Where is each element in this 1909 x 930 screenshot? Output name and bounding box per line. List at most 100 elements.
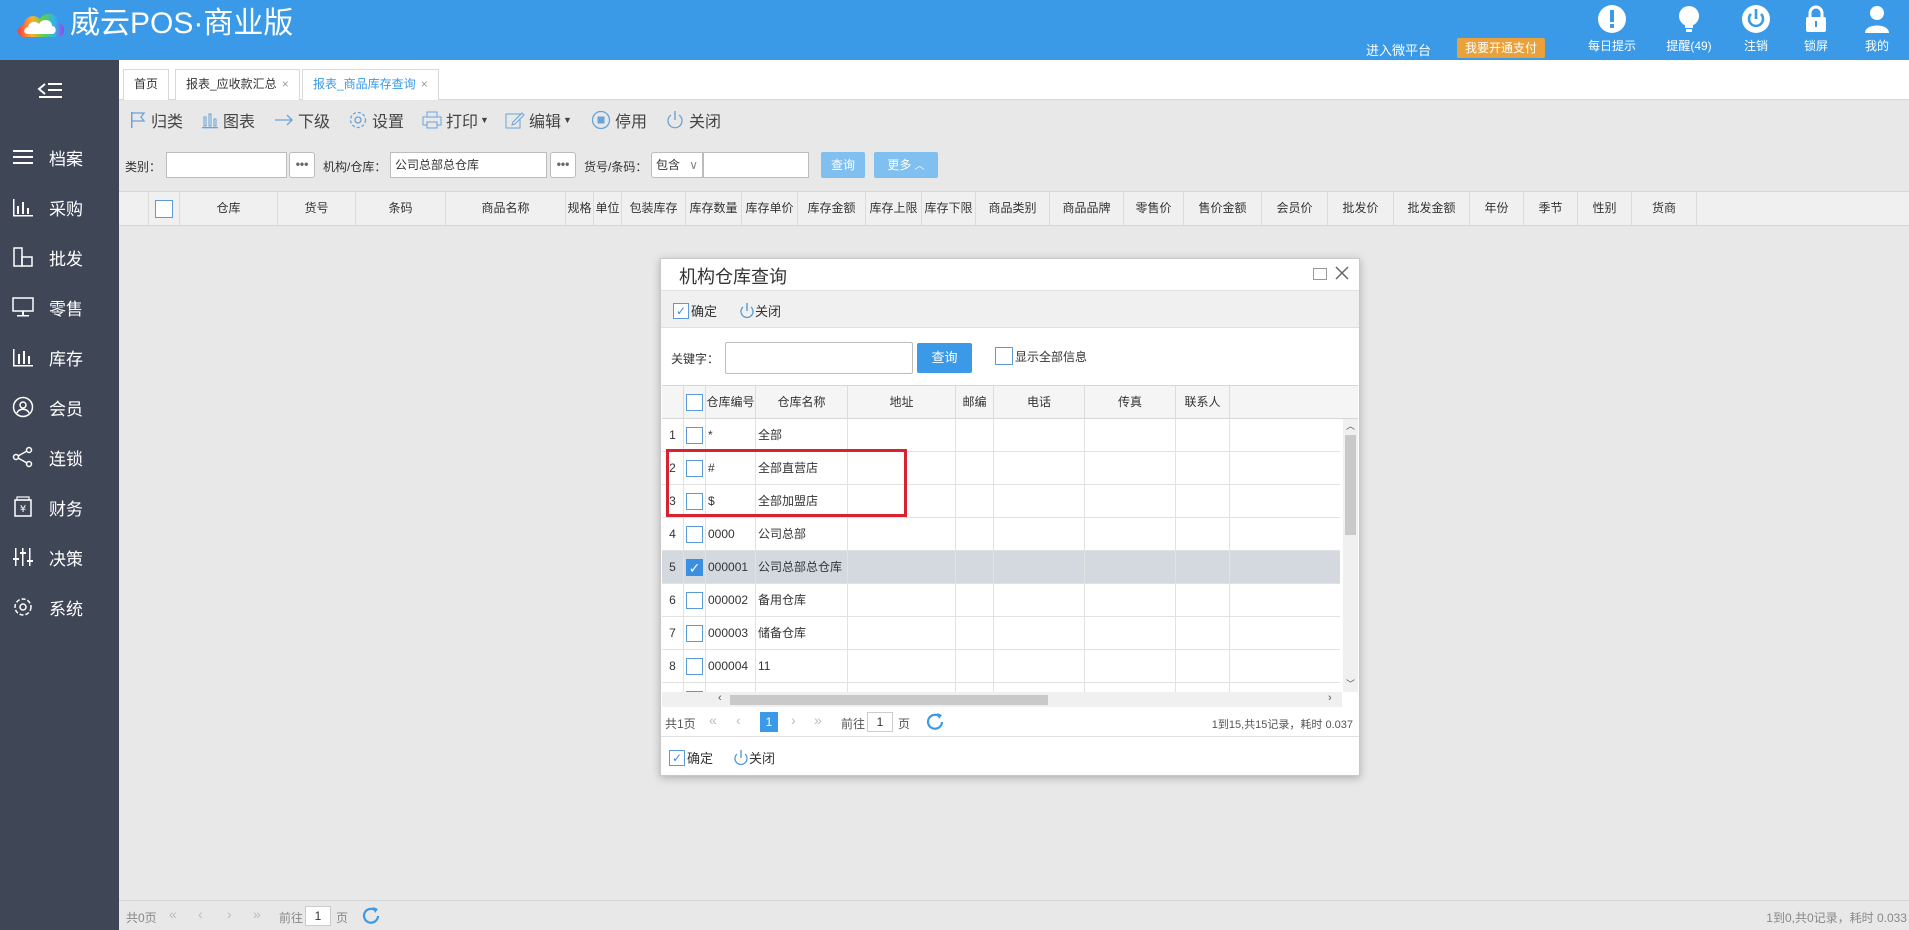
close-tab-icon[interactable]: × xyxy=(282,77,289,91)
sidebar-item-chain[interactable]: 连锁 xyxy=(0,437,119,477)
close-tab-icon[interactable]: × xyxy=(421,77,428,91)
select-all-checkbox[interactable] xyxy=(686,394,703,412)
column-header[interactable]: 季节 xyxy=(1524,192,1578,225)
micro-platform-link[interactable]: 进入微平台 xyxy=(1366,40,1431,59)
sidebar-item-wholesale[interactable]: 批发 xyxy=(0,237,119,277)
sidebar-item-purchase[interactable]: 采购 xyxy=(0,187,119,227)
sidebar-item-decision[interactable]: 决策 xyxy=(0,537,119,577)
print-button[interactable]: 打印 ▼ xyxy=(422,107,489,133)
table-row[interactable]: 5 ✓ 000001 公司总部总仓库 xyxy=(662,551,1340,584)
tab-receivables-summary[interactable]: 报表_应收款汇总 × xyxy=(175,69,300,100)
refresh-icon[interactable] xyxy=(924,711,946,733)
column-header[interactable]: 仓库 xyxy=(180,192,278,225)
column-header[interactable]: 规格 xyxy=(566,192,594,225)
footer-close-button[interactable]: 关闭 xyxy=(733,748,775,767)
next-page-icon[interactable]: › xyxy=(791,712,796,728)
first-page-icon[interactable]: « xyxy=(709,712,717,728)
next-page-icon[interactable]: › xyxy=(227,906,232,922)
column-header[interactable]: 联系人 xyxy=(1176,386,1230,419)
column-header[interactable]: 商品类别 xyxy=(976,192,1050,225)
settings-button[interactable]: 设置 xyxy=(348,107,404,133)
edit-button[interactable]: 编辑 ▼ xyxy=(505,107,572,133)
column-header[interactable]: 性别 xyxy=(1578,192,1632,225)
dialog-confirm-button[interactable]: ✓ 确定 xyxy=(673,301,717,320)
table-row[interactable]: 6 000002 备用仓库 xyxy=(662,584,1340,617)
prev-page-icon[interactable]: ‹ xyxy=(198,906,203,922)
column-header[interactable]: 库存数量 xyxy=(686,192,742,225)
match-select[interactable]: 包含 ∨ xyxy=(651,152,703,178)
column-header[interactable]: 邮编 xyxy=(956,386,994,419)
minimize-icon[interactable] xyxy=(1313,268,1327,280)
query-button[interactable]: 查询 xyxy=(821,152,865,178)
select-all-checkbox[interactable] xyxy=(155,199,173,218)
table-row[interactable]: 7 000003 储备仓库 xyxy=(662,617,1340,650)
daily-tips-button[interactable]: 每日提示 xyxy=(1582,2,1642,58)
table-row[interactable]: 1 * 全部 xyxy=(662,419,1340,452)
dialog-close-button[interactable]: 关闭 xyxy=(739,301,781,320)
column-header[interactable]: 仓库编号 xyxy=(706,386,756,419)
category-picker-button[interactable]: ••• xyxy=(289,152,315,178)
table-row[interactable]: 4 0000 公司总部 xyxy=(662,518,1340,551)
table-row[interactable]: 8 000004 11 xyxy=(662,650,1340,683)
enable-payment-button[interactable]: 我要开通支付 xyxy=(1457,38,1546,58)
page-input[interactable]: 1 xyxy=(867,712,893,732)
footer-confirm-button[interactable]: ✓ 确定 xyxy=(669,748,713,767)
column-header[interactable]: 商品名称 xyxy=(446,192,566,225)
scroll-down-icon[interactable]: ﹀ xyxy=(1346,677,1355,690)
sidebar-item-system[interactable]: 系统 xyxy=(0,587,119,627)
sidebar-item-inventory[interactable]: 库存 xyxy=(0,337,119,377)
scroll-thumb[interactable] xyxy=(730,695,1048,705)
row-checkbox[interactable] xyxy=(686,625,703,643)
show-all-toggle[interactable]: 显示全部信息 xyxy=(995,347,1087,365)
row-checkbox[interactable] xyxy=(686,526,703,544)
column-header[interactable]: 电话 xyxy=(994,386,1085,419)
column-header[interactable]: 库存下限 xyxy=(922,192,976,225)
dialog-query-button[interactable]: 查询 xyxy=(917,343,972,373)
column-header[interactable]: 库存单价 xyxy=(742,192,798,225)
last-page-icon[interactable]: » xyxy=(814,712,822,728)
close-icon[interactable] xyxy=(1332,263,1352,283)
row-checkbox[interactable] xyxy=(686,658,703,676)
column-header[interactable]: 单位 xyxy=(594,192,622,225)
reminder-button[interactable]: 提醒(49) xyxy=(1659,2,1719,58)
lock-screen-button[interactable]: 锁屏 xyxy=(1786,2,1846,58)
sidebar-item-retail[interactable]: 零售 xyxy=(0,287,119,327)
sublevel-button[interactable]: 下级 xyxy=(274,107,330,133)
tab-stock-query[interactable]: 报表_商品库存查询 × xyxy=(302,69,439,100)
chart-button[interactable]: 图表 xyxy=(201,107,255,133)
column-header[interactable]: 批发价 xyxy=(1328,192,1394,225)
scroll-right-icon[interactable]: › xyxy=(1328,692,1332,704)
collapse-menu-icon[interactable] xyxy=(36,80,64,102)
sidebar-item-archive[interactable]: 档案 xyxy=(0,137,119,177)
column-header[interactable]: 条码 xyxy=(356,192,446,225)
column-header[interactable]: 批发金额 xyxy=(1394,192,1470,225)
column-header[interactable]: 年份 xyxy=(1470,192,1524,225)
column-header[interactable]: 会员价 xyxy=(1262,192,1328,225)
row-checkbox[interactable] xyxy=(686,592,703,610)
current-page-button[interactable]: 1 xyxy=(760,712,778,732)
last-page-icon[interactable]: » xyxy=(253,906,261,922)
code-input[interactable] xyxy=(703,152,809,178)
column-header[interactable]: 货号 xyxy=(278,192,356,225)
more-button[interactable]: 更多 ︿ xyxy=(874,152,938,178)
sidebar-item-member[interactable]: 会员 xyxy=(0,387,119,427)
column-header[interactable]: 售价金额 xyxy=(1184,192,1262,225)
column-header[interactable]: 库存上限 xyxy=(866,192,922,225)
row-checkbox[interactable]: ✓ xyxy=(686,559,703,577)
keyword-input[interactable] xyxy=(725,342,913,374)
scroll-up-icon[interactable]: ︿ xyxy=(1346,419,1355,432)
category-input[interactable] xyxy=(166,152,287,178)
column-header[interactable]: 库存金额 xyxy=(798,192,866,225)
column-header[interactable]: 零售价 xyxy=(1124,192,1184,225)
disable-button[interactable]: 停用 xyxy=(591,107,647,133)
column-header[interactable]: 包装库存 xyxy=(622,192,686,225)
row-checkbox[interactable] xyxy=(686,427,703,445)
refresh-icon[interactable] xyxy=(360,905,382,927)
horizontal-scrollbar[interactable]: ‹ › xyxy=(662,692,1342,707)
scroll-left-icon[interactable]: ‹ xyxy=(718,692,722,704)
column-header[interactable]: 仓库名称 xyxy=(756,386,848,419)
sidebar-item-finance[interactable]: ¥ 财务 xyxy=(0,487,119,527)
logout-button[interactable]: 注销 xyxy=(1726,2,1786,58)
column-header[interactable]: 地址 xyxy=(848,386,956,419)
vertical-scrollbar[interactable]: ︿ ﹀ xyxy=(1343,419,1358,692)
